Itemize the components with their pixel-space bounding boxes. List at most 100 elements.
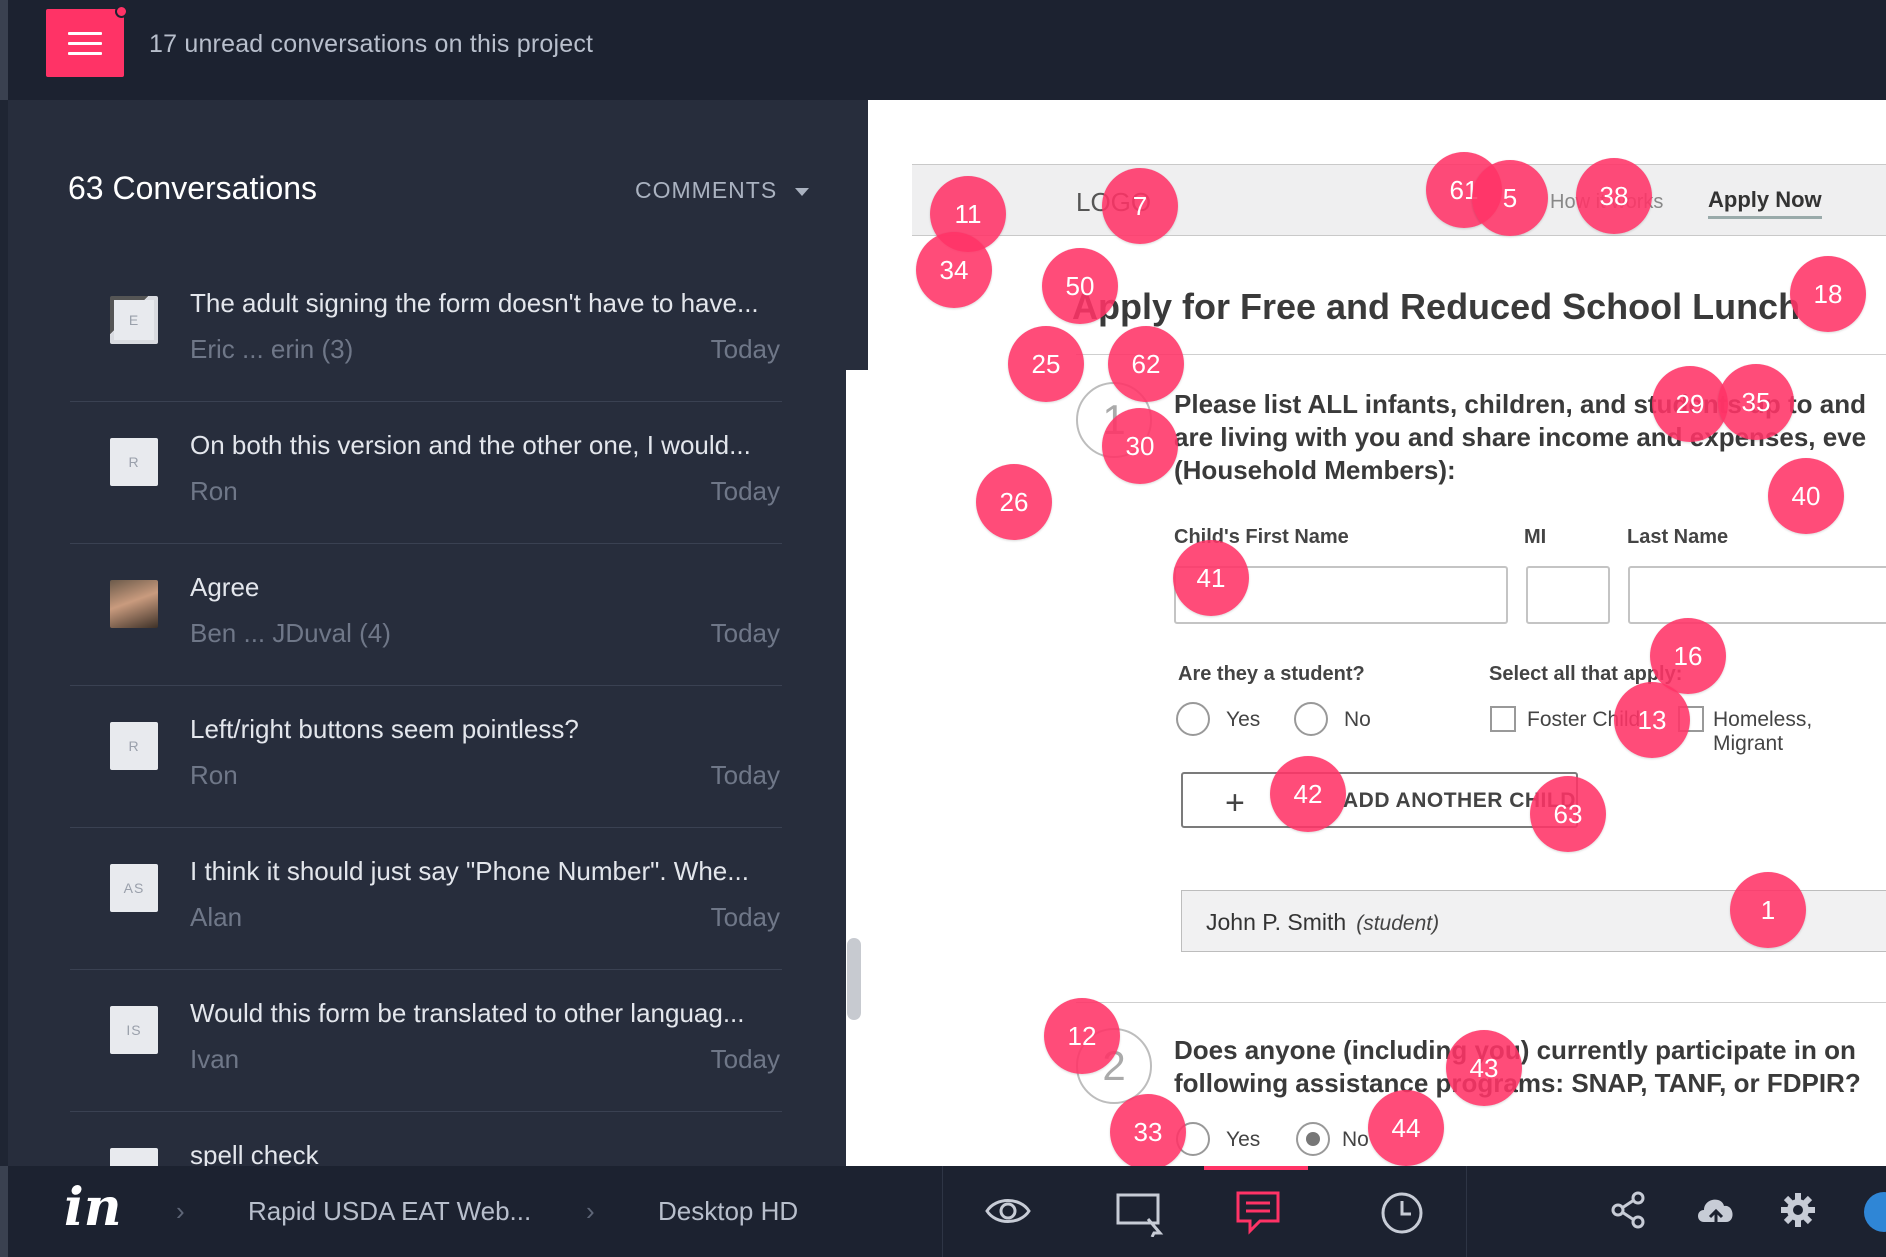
form-title: Apply for Free and Reduced School Lunch [1072,286,1801,327]
avatar: E [110,296,158,344]
conversation-text: Would this form be translated to other l… [190,998,745,1028]
assistance-no-label: No [1342,1128,1369,1151]
conversation-time: Today [710,760,780,790]
comment-pin[interactable]: 41 [1173,540,1249,616]
divider [1076,1002,1886,1003]
comment-mode-button[interactable] [1204,1166,1308,1257]
sidebar-scrollbar[interactable] [847,938,861,1020]
comment-pin[interactable]: 50 [1042,248,1118,324]
add-another-child-button[interactable]: + ADD ANOTHER CHILD [1181,772,1578,828]
conversation-list: E The adult signing the form doesn't hav… [70,260,782,1166]
avatar: AS [110,864,158,912]
comment-pin[interactable]: 62 [1108,326,1184,402]
inspect-mode-button[interactable] [1084,1166,1188,1257]
student-no-radio[interactable] [1294,702,1328,736]
comment-pin[interactable]: 63 [1530,776,1606,852]
comment-pin[interactable]: 38 [1576,158,1652,234]
sync-button[interactable] [1694,1190,1738,1235]
comment-pin[interactable]: 1 [1730,872,1806,948]
invision-logo[interactable]: in [64,1177,122,1238]
comment-pin[interactable]: 43 [1446,1030,1522,1106]
avatar: R [110,722,158,770]
breadcrumb-screen[interactable]: Desktop HD [658,1196,798,1227]
last-name-label: Last Name [1627,526,1729,548]
conversations-sidebar: 63 Conversations COMMENTS E The adult si… [8,100,876,1257]
sync-cloud-icon [1698,1199,1733,1224]
conversation-text: spell check [190,1140,319,1166]
comment-pin[interactable]: 7 [1102,168,1178,244]
conversation-item[interactable]: R Left/right buttons seem pointless? Ron… [70,686,782,828]
site-nav-bar: LOGO How it works Apply Now [912,164,1886,236]
comment-pin[interactable]: 12 [1044,998,1120,1074]
last-name-input[interactable] [1628,566,1886,624]
divider [1076,354,1886,355]
comment-pin[interactable]: 29 [1652,366,1728,442]
conversation-item[interactable]: IS Would this form be translated to othe… [70,970,782,1112]
avatar [110,580,158,628]
student-yes-radio[interactable] [1176,702,1210,736]
menu-button[interactable] [46,5,128,77]
comment-pin[interactable]: 35 [1718,364,1794,440]
child-name: John P. Smith (student) [1206,909,1440,935]
comment-pin[interactable]: 25 [1008,326,1084,402]
avatar [110,1148,158,1166]
share-button[interactable] [1608,1190,1648,1235]
comment-pin[interactable]: 40 [1768,458,1844,534]
prototype-canvas[interactable]: LOGO How it works Apply Now Apply for Fr… [868,100,1886,1166]
conversation-item[interactable]: AS I think it should just say "Phone Num… [70,828,782,970]
top-bar: 17 unread conversations on this project [0,0,1886,100]
breadcrumb-project[interactable]: Rapid USDA EAT Web... [248,1196,531,1227]
conversation-text: The adult signing the form doesn't have … [190,288,759,318]
conversation-item[interactable]: E The adult signing the form doesn't hav… [70,260,782,402]
history-mode-button[interactable] [1348,1166,1452,1257]
toolbar-divider [1466,1166,1467,1257]
conversation-item[interactable]: R On both this version and the other one… [70,402,782,544]
comment-pin[interactable]: 33 [1110,1094,1186,1166]
conversation-text: On both this version and the other one, … [190,430,751,460]
preview-eye-icon [985,1199,1031,1223]
comment-pin[interactable]: 13 [1614,682,1690,758]
conversation-text: Left/right buttons seem pointless? [190,714,579,744]
comment-pin[interactable]: 26 [976,464,1052,540]
comment-pin[interactable]: 18 [1790,256,1866,332]
comments-icon [1236,1191,1280,1235]
conversation-author: Eric ... erin (3) [190,334,354,364]
apply-now-link[interactable]: Apply Now [1708,187,1822,219]
settings-button[interactable] [1778,1190,1818,1235]
student-question-label: Are they a student? [1178,663,1365,685]
preview-mode-button[interactable] [954,1166,1058,1257]
chevron-right-icon: › [176,1196,185,1226]
user-avatar[interactable] [1864,1192,1886,1232]
chevron-right-icon: › [586,1196,595,1226]
comment-pin[interactable]: 5 [1472,160,1548,236]
inspect-screen-icon [1116,1193,1164,1237]
notification-dot [115,5,128,18]
conversation-author: Ron [190,476,238,506]
child-tag: (student) [1356,912,1440,935]
assistance-no-radio[interactable] [1296,1122,1330,1156]
bottom-toolbar: in › Rapid USDA EAT Web... › Desktop HD [0,1166,1886,1257]
comment-pin[interactable]: 30 [1102,408,1178,484]
foster-child-checkbox[interactable] [1490,706,1516,732]
conversation-item[interactable]: spell check [70,1112,782,1166]
share-icon [1611,1191,1645,1229]
history-clock-icon [1381,1192,1423,1234]
conversation-time: Today [710,334,780,364]
unread-conversations-text: 17 unread conversations on this project [149,30,594,58]
mi-label: MI [1524,526,1547,548]
settings-gear-icon [1781,1193,1815,1227]
conversations-title: 63 Conversations [68,170,318,206]
caret-down-icon [795,187,810,196]
comment-pin[interactable]: 42 [1270,756,1346,832]
comment-pin[interactable]: 34 [916,232,992,308]
conversation-author: Alan [190,902,243,932]
conversation-time: Today [710,618,780,648]
student-no-label: No [1344,708,1371,731]
comments-filter-dropdown[interactable]: COMMENTS [635,177,810,204]
conversation-item[interactable]: Agree Ben ... JDuval (4) Today [70,544,782,686]
mi-input[interactable] [1526,566,1610,624]
filter-label: COMMENTS [635,177,778,203]
conversation-author: Ivan [190,1044,240,1074]
conversation-text: I think it should just say "Phone Number… [190,856,749,886]
comment-pin[interactable]: 44 [1368,1090,1444,1166]
